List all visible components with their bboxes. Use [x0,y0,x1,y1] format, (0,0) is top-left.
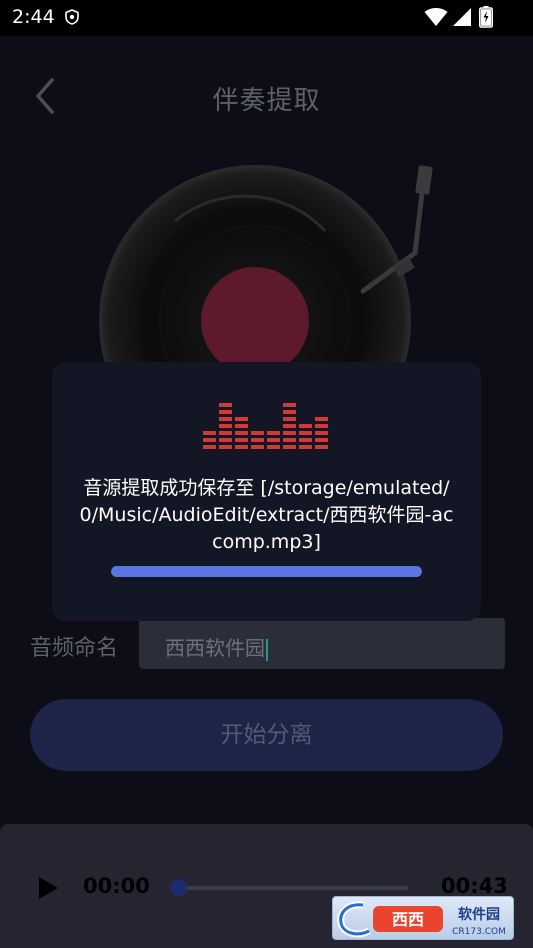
watermark-logo: 西西 软件园 CR173.COM [332,896,514,940]
equalizer-segment [299,438,312,442]
equalizer-segment [267,431,280,435]
status-time: 2:44 [12,6,55,28]
dialog-progress-fill [111,566,422,577]
seek-bar[interactable] [176,886,408,890]
equalizer-segment [283,410,296,414]
shield-icon [65,9,79,25]
equalizer-segment [219,424,232,428]
equalizer-segment [203,431,216,435]
equalizer-segment [219,445,232,449]
svg-text:CR173.COM: CR173.COM [452,927,506,937]
start-separation-button[interactable]: 开始分离 [30,699,503,771]
extraction-success-dialog: 音源提取成功保存至 [/storage/emulated/0/Music/Aud… [52,362,481,621]
equalizer-segment [219,417,232,421]
play-icon[interactable] [36,876,60,900]
wifi-icon [424,8,448,26]
equalizer-segment [251,445,264,449]
equalizer-segment [283,438,296,442]
current-time: 00:00 [83,874,150,898]
equalizer-segment [235,417,248,421]
equalizer-segment [283,417,296,421]
dialog-progress-bar [111,566,422,577]
total-time: 00:43 [441,874,508,898]
text-cursor [266,638,268,661]
equalizer-segment [203,438,216,442]
equalizer-segment [283,424,296,428]
audio-name-value: 西西软件园 [165,636,265,660]
audio-name-input[interactable]: 西西软件园 [139,618,505,669]
equalizer-segment [315,431,328,435]
equalizer-segment [251,438,264,442]
dialog-message: 音源提取成功保存至 [/storage/emulated/0/Music/Aud… [79,477,454,553]
svg-text:西西: 西西 [392,910,424,929]
equalizer-segment [235,431,248,435]
audio-name-label: 音频命名 [30,636,119,661]
equalizer-segment [283,403,296,407]
equalizer-segment [235,424,248,428]
equalizer-segment [219,410,232,414]
equalizer-segment [203,445,216,449]
equalizer-segment [315,438,328,442]
equalizer-segment [299,431,312,435]
equalizer-segment [267,438,280,442]
equalizer-segment [299,445,312,449]
equalizer-segment [235,445,248,449]
equalizer-segment [219,438,232,442]
equalizer-segment [219,431,232,435]
equalizer-segment [235,438,248,442]
equalizer-segment [299,424,312,428]
signal-icon [453,8,471,26]
svg-text:软件园: 软件园 [458,906,500,923]
equalizer-segment [283,431,296,435]
equalizer-segment [267,445,280,449]
page-title: 伴奏提取 [212,86,321,116]
watermark-logo-graphic: 西西 软件园 CR173.COM [337,901,506,938]
equalizer-segment [283,445,296,449]
equalizer-segment [315,424,328,428]
equalizer-segment [219,403,232,407]
equalizer-segment [315,445,328,449]
equalizer-segment [315,417,328,421]
equalizer-icon [203,403,328,449]
battery-icon [479,6,493,28]
vinyl-record-icon [99,165,433,391]
seek-thumb[interactable] [170,879,187,896]
equalizer-segment [251,431,264,435]
status-bar: 2:44 [0,0,533,36]
